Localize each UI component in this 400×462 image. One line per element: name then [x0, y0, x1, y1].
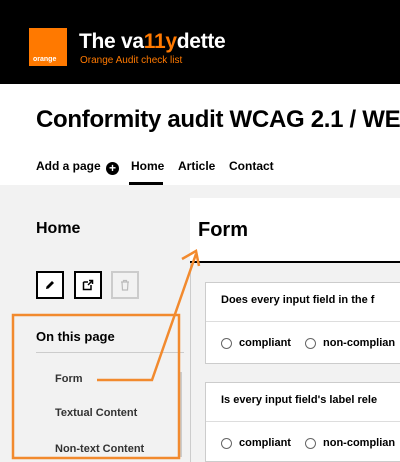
delete-button[interactable]	[111, 271, 139, 299]
nav-tab-contact[interactable]: Contact	[229, 159, 274, 173]
radio-non-compliant[interactable]: non-complian	[305, 437, 395, 449]
app-subtitle: Orange Audit check list	[80, 55, 183, 66]
sidebar-title: Home	[36, 220, 81, 237]
radio-circle[interactable]	[305, 437, 316, 449]
edit-button[interactable]	[36, 271, 64, 299]
plus-icon: +	[106, 162, 120, 175]
trash-icon	[121, 279, 129, 291]
orange-logo[interactable]: orange	[29, 28, 67, 66]
section-header: Form	[190, 198, 400, 263]
criterion-divider	[206, 321, 400, 322]
radio-compliant[interactable]: compliant	[221, 337, 291, 349]
add-page-button[interactable]: Add a page +	[36, 159, 120, 175]
app-title: The va11ydette	[79, 30, 226, 54]
nav-tab-article[interactable]: Article	[178, 159, 215, 173]
toc-link-textual-content[interactable]: Textual Content	[55, 407, 137, 419]
radio-circle[interactable]	[221, 337, 232, 349]
section-title: Form	[198, 219, 248, 241]
add-page-label: Add a page	[36, 159, 101, 173]
toc-scrollbar[interactable]	[178, 372, 182, 457]
page-title: Conformity audit WCAG 2.1 / WE	[36, 106, 400, 133]
logo-text: orange	[33, 56, 57, 63]
toc-divider	[36, 352, 184, 353]
app-title-suffix: dette	[176, 30, 226, 53]
app-title-prefix: The va	[79, 30, 144, 53]
radio-label: compliant	[239, 337, 291, 349]
criterion-card: Is every input field's label rele compli…	[205, 382, 400, 462]
nav-tab-home[interactable]: Home	[131, 159, 164, 173]
main-nav: Add a page + Home Article Contact	[0, 148, 400, 185]
active-tab-indicator	[129, 182, 163, 185]
toc-link-non-text-content[interactable]: Non-text Content	[55, 443, 144, 455]
radio-non-compliant[interactable]: non-complian	[305, 337, 395, 349]
criterion-question[interactable]: Is every input field's label rele	[221, 394, 377, 406]
criterion-question[interactable]: Does every input field in the f	[221, 294, 374, 306]
top-banner: orange The va11ydette Orange Audit check…	[0, 0, 400, 84]
radio-circle[interactable]	[305, 337, 316, 349]
radio-compliant[interactable]: compliant	[221, 437, 291, 449]
pencil-icon	[46, 281, 54, 289]
title-bar: Conformity audit WCAG 2.1 / WE	[0, 84, 400, 148]
radio-label: compliant	[239, 437, 291, 449]
criterion-divider	[206, 421, 400, 422]
toc-link-form[interactable]: Form	[55, 373, 83, 385]
export-button[interactable]	[74, 271, 102, 299]
toc-title: On this page	[36, 329, 115, 344]
criterion-card: Does every input field in the f complian…	[205, 282, 400, 364]
radio-label: non-complian	[323, 437, 396, 449]
radio-circle[interactable]	[221, 437, 232, 449]
radio-label: non-complian	[323, 337, 396, 349]
external-link-icon	[82, 279, 94, 291]
app-title-accent: 11y	[143, 30, 177, 53]
